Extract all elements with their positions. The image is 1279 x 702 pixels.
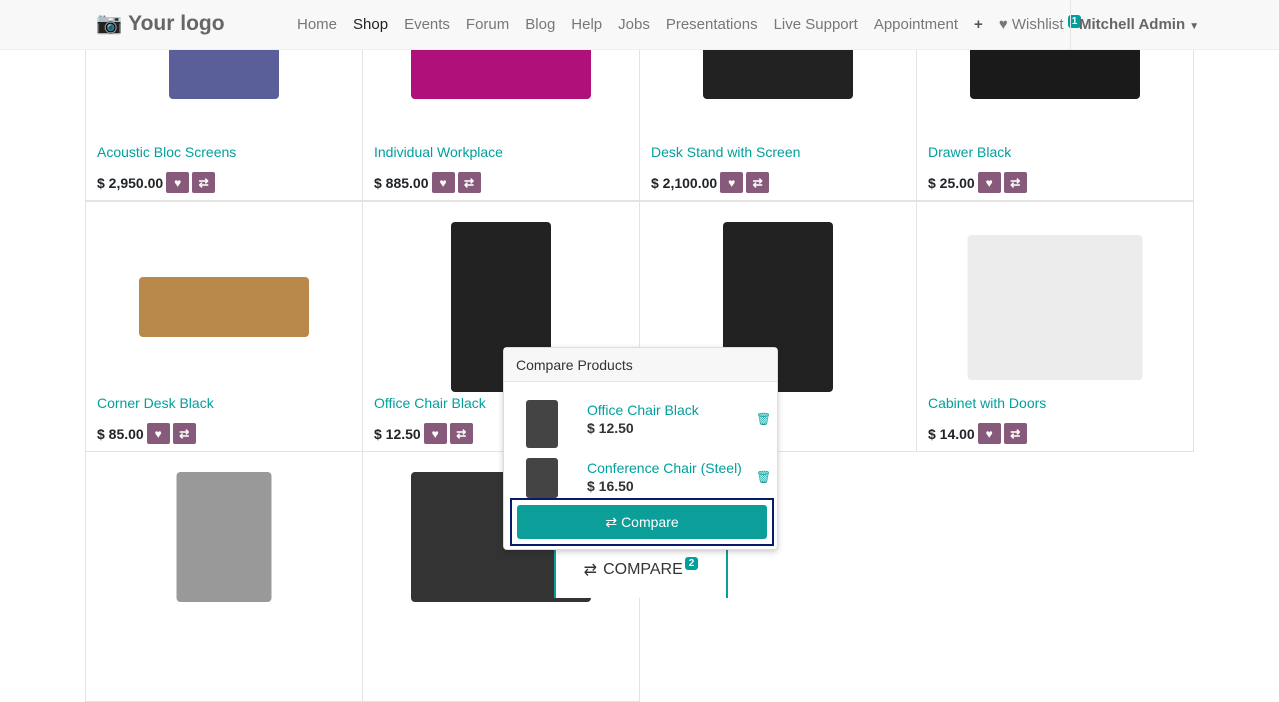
product-image — [176, 472, 272, 602]
price-value: $ 85.00 — [97, 425, 144, 442]
logo-text: Your logo — [128, 12, 225, 35]
navbar: 📷 Your logo Home Shop Events Forum Blog H… — [0, 0, 1279, 50]
menu-forum[interactable]: Forum — [466, 16, 509, 33]
compare-item-price: $ 16.50 — [587, 478, 634, 494]
add-to-wishlist-button[interactable]: ♥ — [431, 172, 455, 193]
product-name[interactable]: Office Chair Black — [374, 395, 486, 411]
compare-button-focus: ⇄ Compare — [510, 498, 774, 546]
compare-popover: Compare Products Office Chair Black $ 12… — [503, 347, 778, 550]
camera-icon: 📷 — [96, 12, 123, 35]
plus-icon[interactable]: + — [974, 16, 983, 33]
product-name[interactable]: Corner Desk Black — [97, 395, 214, 411]
product-name[interactable]: Acoustic Bloc Screens — [97, 144, 236, 160]
compare-count-badge: 2 — [684, 556, 699, 570]
add-to-wishlist-button[interactable]: ♥ — [166, 172, 190, 193]
menu-jobs[interactable]: Jobs — [618, 16, 650, 33]
menu-presentations[interactable]: Presentations — [666, 16, 758, 33]
menu-appointment[interactable]: Appointment — [874, 16, 958, 33]
add-to-wishlist-button[interactable]: ♥ — [977, 423, 1001, 444]
compare-bar-label: COMPARE — [603, 561, 683, 578]
price-value: $ 2,100.00 — [651, 174, 718, 191]
compare-item-name[interactable]: Conference Chair (Steel) — [587, 460, 742, 476]
add-to-compare-button[interactable]: ⇄ — [1003, 423, 1027, 444]
menu-live-support[interactable]: Live Support — [774, 16, 858, 33]
user-menu[interactable]: Mitchell Admin ▼ — [1070, 0, 1207, 50]
product-name[interactable]: Individual Workplace — [374, 144, 503, 160]
add-to-wishlist-button[interactable]: ♥ — [720, 172, 744, 193]
price-value: $ 25.00 — [928, 174, 975, 191]
product-price: $ 12.50 ♥ ⇄ — [374, 423, 473, 444]
price-value: $ 885.00 — [374, 174, 429, 191]
exchange-icon: ⇄ — [605, 513, 618, 530]
popover-title: Compare Products — [504, 348, 777, 382]
user-name: Mitchell Admin — [1079, 16, 1186, 33]
add-to-compare-button[interactable]: ⇄ — [172, 423, 196, 444]
menu-wishlist[interactable]: ♥ Wishlist 1 — [998, 15, 1082, 33]
product-image[interactable] — [967, 234, 1143, 380]
product-card[interactable]: Corner Desk Black $ 85.00 ♥ ⇄ — [85, 201, 363, 452]
main-menu: Home Shop Events Forum Blog Help Jobs Pr… — [297, 15, 1082, 33]
add-to-compare-button[interactable]: ⇄ — [457, 172, 481, 193]
compare-button-label: Compare — [621, 514, 679, 530]
add-to-compare-button[interactable]: ⇄ — [449, 423, 473, 444]
wishlist-label: Wishlist — [1011, 16, 1064, 33]
price-value: $ 12.50 — [374, 425, 421, 442]
exchange-icon: ⇄ — [583, 562, 598, 579]
product-name[interactable]: Cabinet with Doors — [928, 395, 1046, 411]
trash-icon[interactable]: 🗑 — [756, 470, 771, 484]
add-to-compare-button[interactable]: ⇄ — [192, 172, 216, 193]
price-value: $ 2,950.00 — [97, 174, 164, 191]
price-value: $ 14.00 — [928, 425, 975, 442]
heart-icon: ♥ — [998, 16, 1008, 33]
add-to-wishlist-button[interactable]: ♥ — [977, 172, 1001, 193]
menu-shop[interactable]: Shop — [353, 16, 388, 33]
add-to-wishlist-button[interactable]: ♥ — [423, 423, 447, 444]
product-name[interactable]: Desk Stand with Screen — [651, 144, 800, 160]
product-card[interactable] — [85, 451, 363, 702]
add-to-compare-button[interactable]: ⇄ — [1003, 172, 1027, 193]
menu-home[interactable]: Home — [297, 16, 337, 33]
add-to-wishlist-button[interactable]: ♥ — [146, 423, 170, 444]
product-name[interactable]: Drawer Black — [928, 144, 1011, 160]
compare-item-name[interactable]: Office Chair Black — [587, 402, 699, 418]
product-thumbnail — [526, 458, 558, 498]
product-price: $ 885.00 ♥ ⇄ — [374, 172, 481, 193]
product-image[interactable] — [139, 277, 309, 337]
product-price: $ 2,950.00 ♥ ⇄ — [97, 172, 216, 193]
product-card[interactable]: Cabinet with Doors $ 14.00 ♥ ⇄ — [916, 201, 1194, 452]
menu-blog[interactable]: Blog — [525, 16, 555, 33]
trash-icon[interactable]: 🗑 — [756, 412, 771, 426]
compare-button[interactable]: ⇄ Compare — [517, 505, 767, 539]
logo[interactable]: 📷 Your logo — [96, 12, 225, 36]
product-price: $ 14.00 ♥ ⇄ — [928, 423, 1027, 444]
product-price: $ 2,100.00 ♥ ⇄ — [651, 172, 770, 193]
product-price: $ 25.00 ♥ ⇄ — [928, 172, 1027, 193]
menu-help[interactable]: Help — [571, 16, 602, 33]
add-to-compare-button[interactable]: ⇄ — [746, 172, 770, 193]
compare-item-price: $ 12.50 — [587, 420, 634, 436]
menu-events[interactable]: Events — [404, 16, 450, 33]
compare-item: Office Chair Black $ 12.50 🗑 — [504, 400, 779, 455]
product-thumbnail — [526, 400, 558, 448]
caret-down-icon: ▼ — [1189, 21, 1200, 32]
product-price: $ 85.00 ♥ ⇄ — [97, 423, 196, 444]
